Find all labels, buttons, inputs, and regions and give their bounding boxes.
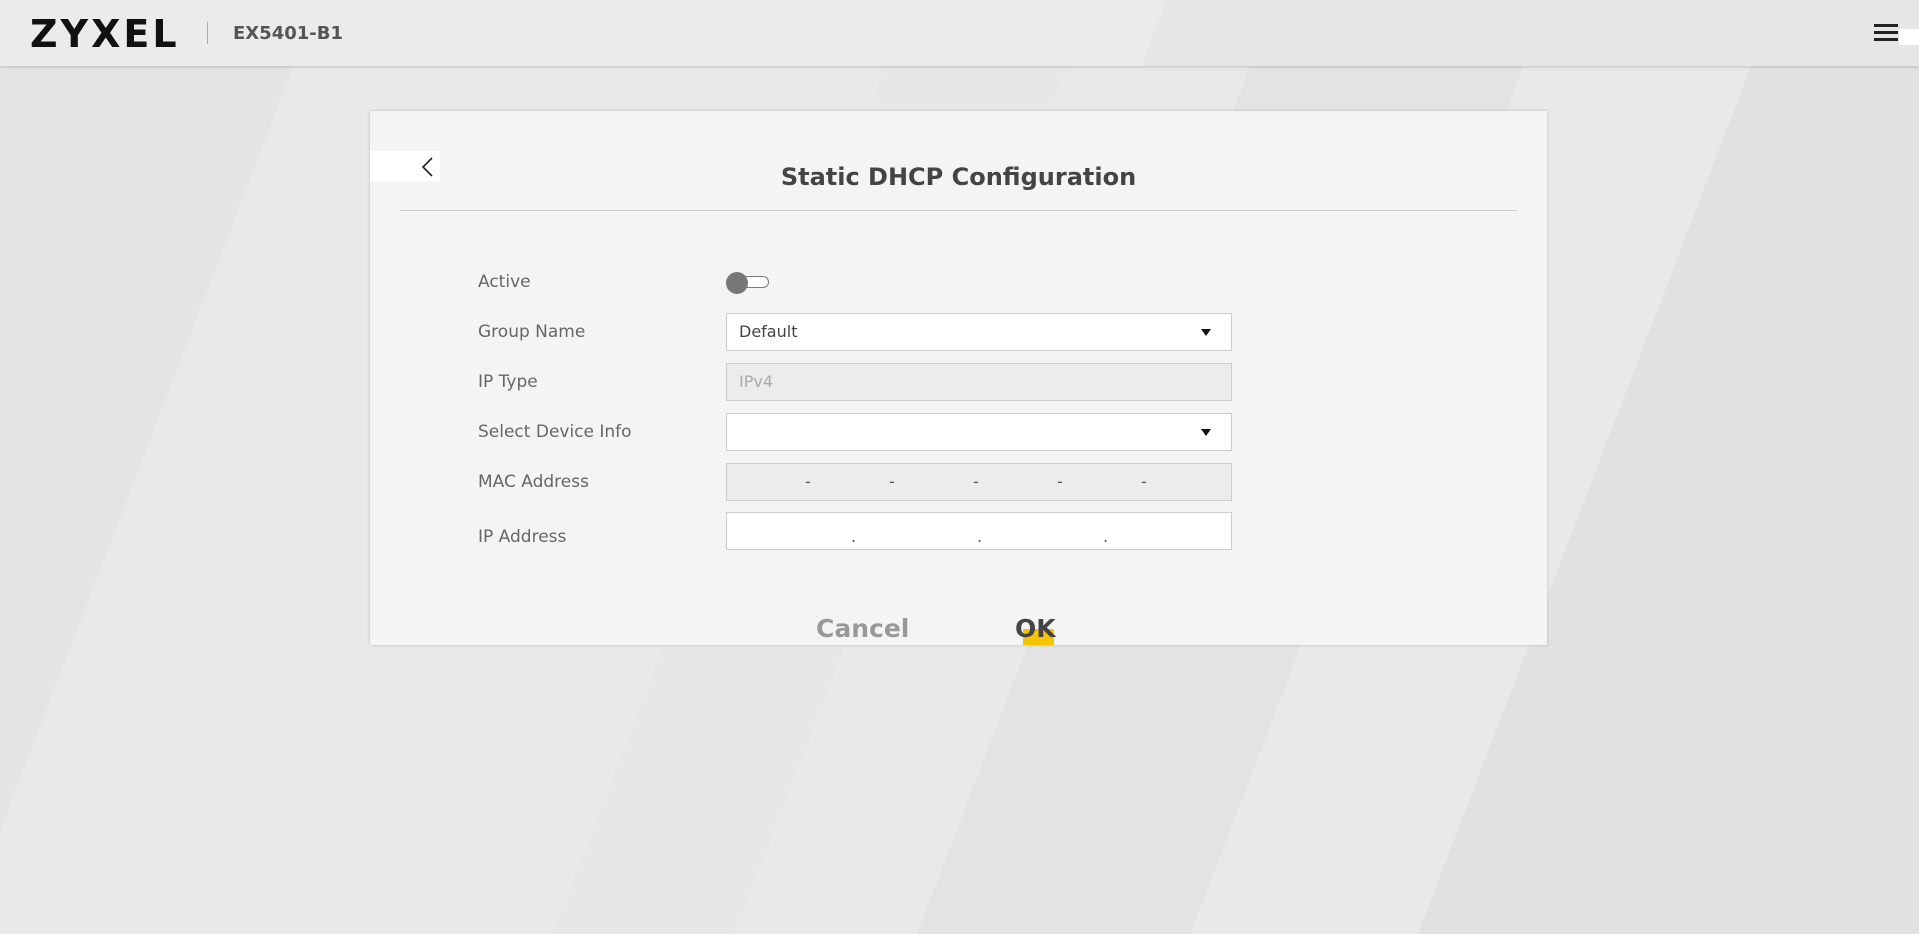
ip-address-label: IP Address [478, 527, 567, 547]
ip-type-value: IPv4 [739, 372, 774, 391]
ip-address-field[interactable]: . . . [726, 512, 1232, 550]
dropdown-arrow-icon [1201, 429, 1211, 436]
static-dhcp-panel: Static DHCP Configuration Active Group N… [370, 111, 1547, 645]
title-divider [400, 210, 1517, 211]
mac-separator: - [805, 472, 811, 491]
group-name-label: Group Name [478, 322, 586, 342]
menu-tab [1899, 29, 1919, 45]
ip-separator: . [977, 527, 983, 546]
mac-separator: - [1141, 472, 1147, 491]
mac-address-field[interactable]: - - - - - [726, 463, 1232, 501]
top-header: ZYXEL EX5401-B1 [0, 0, 1919, 66]
group-name-value: Default [739, 322, 798, 341]
ok-button[interactable]: OK [1015, 613, 1056, 645]
dropdown-arrow-icon [1201, 329, 1211, 336]
logo-divider [207, 22, 208, 44]
ip-type-field: IPv4 [726, 363, 1232, 401]
active-label: Active [478, 272, 531, 292]
zyxel-logo: ZYXEL [30, 12, 180, 56]
mac-separator: - [1057, 472, 1063, 491]
page-title: Static DHCP Configuration [780, 163, 1137, 191]
device-model: EX5401-B1 [233, 23, 343, 44]
group-name-select[interactable]: Default [726, 313, 1232, 351]
mac-separator: - [889, 472, 895, 491]
select-device-info-label: Select Device Info [478, 422, 632, 442]
toggle-knob [726, 272, 748, 294]
cancel-button[interactable]: Cancel [816, 613, 909, 645]
mac-address-label: MAC Address [478, 472, 589, 492]
mac-separator: - [973, 472, 979, 491]
active-toggle[interactable] [726, 272, 771, 294]
select-device-info-select[interactable] [726, 413, 1232, 451]
ip-separator: . [851, 527, 857, 546]
ip-separator: . [1103, 527, 1109, 546]
ip-type-label: IP Type [478, 372, 538, 392]
hamburger-menu-icon[interactable] [1873, 22, 1899, 44]
